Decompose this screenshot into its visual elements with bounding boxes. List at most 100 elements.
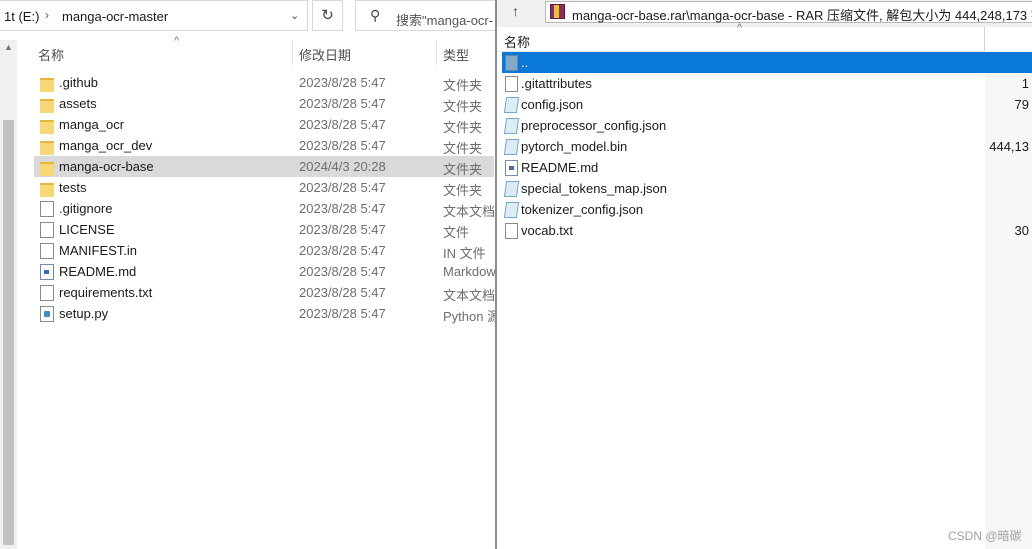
json-file-icon — [503, 202, 520, 218]
breadcrumb-folder[interactable]: manga-ocr-master — [62, 9, 168, 24]
file-date: 2023/8/28 5:47 — [299, 75, 386, 90]
column-divider[interactable] — [436, 40, 437, 65]
refresh-icon[interactable]: ↻ — [312, 0, 343, 31]
parent-folder-icon — [505, 55, 518, 71]
file-name: README.md — [59, 264, 137, 279]
file-date: 2023/8/28 5:47 — [299, 138, 386, 153]
breadcrumb-chevron-icon: › — [45, 8, 49, 22]
file-name: manga_ocr — [59, 117, 125, 132]
archive-file-row[interactable]: pytorch_model.bin 444,13 — [502, 136, 1032, 157]
rar-archive-icon — [550, 4, 565, 19]
file-icon — [40, 222, 54, 238]
python-file-icon — [40, 306, 54, 322]
file-date: 2023/8/28 5:47 — [299, 264, 386, 279]
file-row[interactable]: .github 2023/8/28 5:47 文件夹 — [34, 72, 494, 93]
file-date: 2023/8/28 5:47 — [299, 96, 386, 111]
archive-column-name[interactable]: 名称 — [504, 32, 530, 51]
archive-file-size: 79 — [1014, 97, 1029, 112]
json-file-icon — [503, 97, 520, 113]
vertical-scrollbar[interactable]: ▲ — [0, 40, 17, 549]
explorer-window: 1t (E:) › manga-ocr-master ⌄ ↻ ⚲ 搜索"mang… — [0, 0, 495, 549]
folder-icon — [40, 141, 54, 155]
file-type: 文件夹 — [443, 141, 483, 156]
file-type: 文件夹 — [443, 183, 483, 198]
scrollbar-thumb[interactable] — [3, 120, 14, 545]
file-type: 文件夹 — [443, 78, 483, 93]
file-row[interactable]: tests 2023/8/28 5:47 文件夹 — [34, 177, 494, 198]
sort-caret-icon: ^ — [737, 22, 743, 34]
archive-file-name: README.md — [521, 160, 599, 175]
file-type: 文本文档 — [443, 288, 495, 303]
parent-directory-row[interactable]: .. — [502, 52, 1032, 73]
archive-column-header: 名称 ^ — [497, 22, 1032, 52]
json-file-icon — [503, 181, 520, 197]
file-type: 文件 — [443, 225, 470, 240]
file-type: IN 文件 — [443, 246, 486, 261]
column-header-name[interactable]: 名称 — [38, 45, 64, 64]
file-type: Markdown — [443, 264, 495, 279]
scroll-up-icon[interactable]: ▲ — [4, 42, 13, 52]
archive-file-row[interactable]: special_tokens_map.json — [502, 178, 1032, 199]
up-arrow-icon[interactable]: ↑ — [512, 3, 519, 19]
file-row[interactable]: manga_ocr 2023/8/28 5:47 文件夹 — [34, 114, 494, 135]
archive-file-size: 1 — [1021, 76, 1029, 91]
file-name: manga-ocr-base — [59, 159, 154, 174]
file-row[interactable]: assets 2023/8/28 5:47 文件夹 — [34, 93, 494, 114]
file-date: 2023/8/28 5:47 — [299, 306, 386, 321]
file-row[interactable]: setup.py 2023/8/28 5:47 Python 源 — [34, 303, 495, 324]
archive-file-name: tokenizer_config.json — [521, 202, 644, 217]
search-icon: ⚲ — [370, 7, 381, 23]
archive-file-row[interactable]: .gitattributes 1 — [502, 73, 1032, 94]
file-name: LICENSE — [59, 222, 115, 237]
column-divider[interactable] — [292, 40, 293, 65]
json-file-icon — [503, 139, 520, 155]
archive-file-name: .gitattributes — [521, 76, 592, 91]
search-placeholder: 搜索"manga-ocr- — [396, 13, 494, 28]
file-row[interactable]: manga-ocr-base 2024/4/3 20:28 文件夹 — [34, 156, 494, 177]
file-date: 2023/8/28 5:47 — [299, 222, 386, 237]
file-row[interactable]: manga_ocr_dev 2023/8/28 5:47 文件夹 — [34, 135, 494, 156]
file-name: .github — [59, 75, 99, 90]
file-row[interactable]: MANIFEST.in 2023/8/28 5:47 IN 文件 — [34, 240, 494, 261]
archive-file-name: pytorch_model.bin — [521, 139, 628, 154]
archive-file-size: 30 — [1014, 223, 1029, 238]
text-file-icon — [505, 223, 518, 239]
archive-file-name: config.json — [521, 97, 584, 112]
watermark: CSDN @暗碳 — [948, 529, 1022, 543]
archive-file-row[interactable]: vocab.txt 30 — [502, 220, 1032, 241]
file-date: 2023/8/28 5:47 — [299, 117, 386, 132]
file-date: 2023/8/28 5:47 — [299, 243, 386, 258]
text-file-icon — [40, 285, 54, 301]
file-name: requirements.txt — [59, 285, 153, 300]
winrar-toolbar: ↑ manga-ocr-base.rar\manga-ocr-base - RA… — [497, 0, 1032, 27]
file-type: 文件夹 — [443, 162, 483, 177]
search-box[interactable]: ⚲ 搜索"manga-ocr- — [355, 0, 495, 31]
text-file-icon — [40, 201, 54, 217]
folder-icon — [40, 183, 54, 197]
file-row[interactable]: README.md 2023/8/28 5:47 Markdown — [34, 261, 495, 282]
text-file-icon — [505, 76, 518, 92]
archive-file-row[interactable]: tokenizer_config.json — [502, 199, 1032, 220]
file-name: assets — [59, 96, 97, 111]
archive-path-bar[interactable]: manga-ocr-base.rar\manga-ocr-base - RAR … — [545, 1, 1032, 23]
address-dropdown-icon[interactable]: ⌄ — [290, 9, 299, 22]
folder-icon — [40, 162, 54, 176]
file-row[interactable]: .gitignore 2023/8/28 5:47 文本文档 — [34, 198, 495, 219]
archive-file-row[interactable]: preprocessor_config.json — [502, 115, 1032, 136]
archive-file-row[interactable]: config.json 79 — [502, 94, 1032, 115]
file-date: 2023/8/28 5:47 — [299, 285, 386, 300]
address-bar[interactable]: 1t (E:) › manga-ocr-master ⌄ — [0, 0, 308, 31]
archive-file-row[interactable]: README.md — [502, 157, 1032, 178]
markdown-file-icon — [505, 160, 518, 176]
file-row[interactable]: LICENSE 2023/8/28 5:47 文件 — [34, 219, 494, 240]
breadcrumb-drive[interactable]: 1t (E:) — [4, 9, 39, 24]
folder-icon — [40, 99, 54, 113]
file-date: 2023/8/28 5:47 — [299, 201, 386, 216]
column-divider[interactable] — [984, 27, 985, 51]
file-row[interactable]: requirements.txt 2023/8/28 5:47 文本文档 — [34, 282, 495, 303]
column-header-type[interactable]: 类型 — [443, 45, 469, 64]
file-date: 2024/4/3 20:28 — [299, 159, 386, 174]
markdown-file-icon — [40, 264, 54, 280]
column-header-modified[interactable]: 修改日期 — [299, 45, 351, 64]
file-name: manga_ocr_dev — [59, 138, 153, 153]
